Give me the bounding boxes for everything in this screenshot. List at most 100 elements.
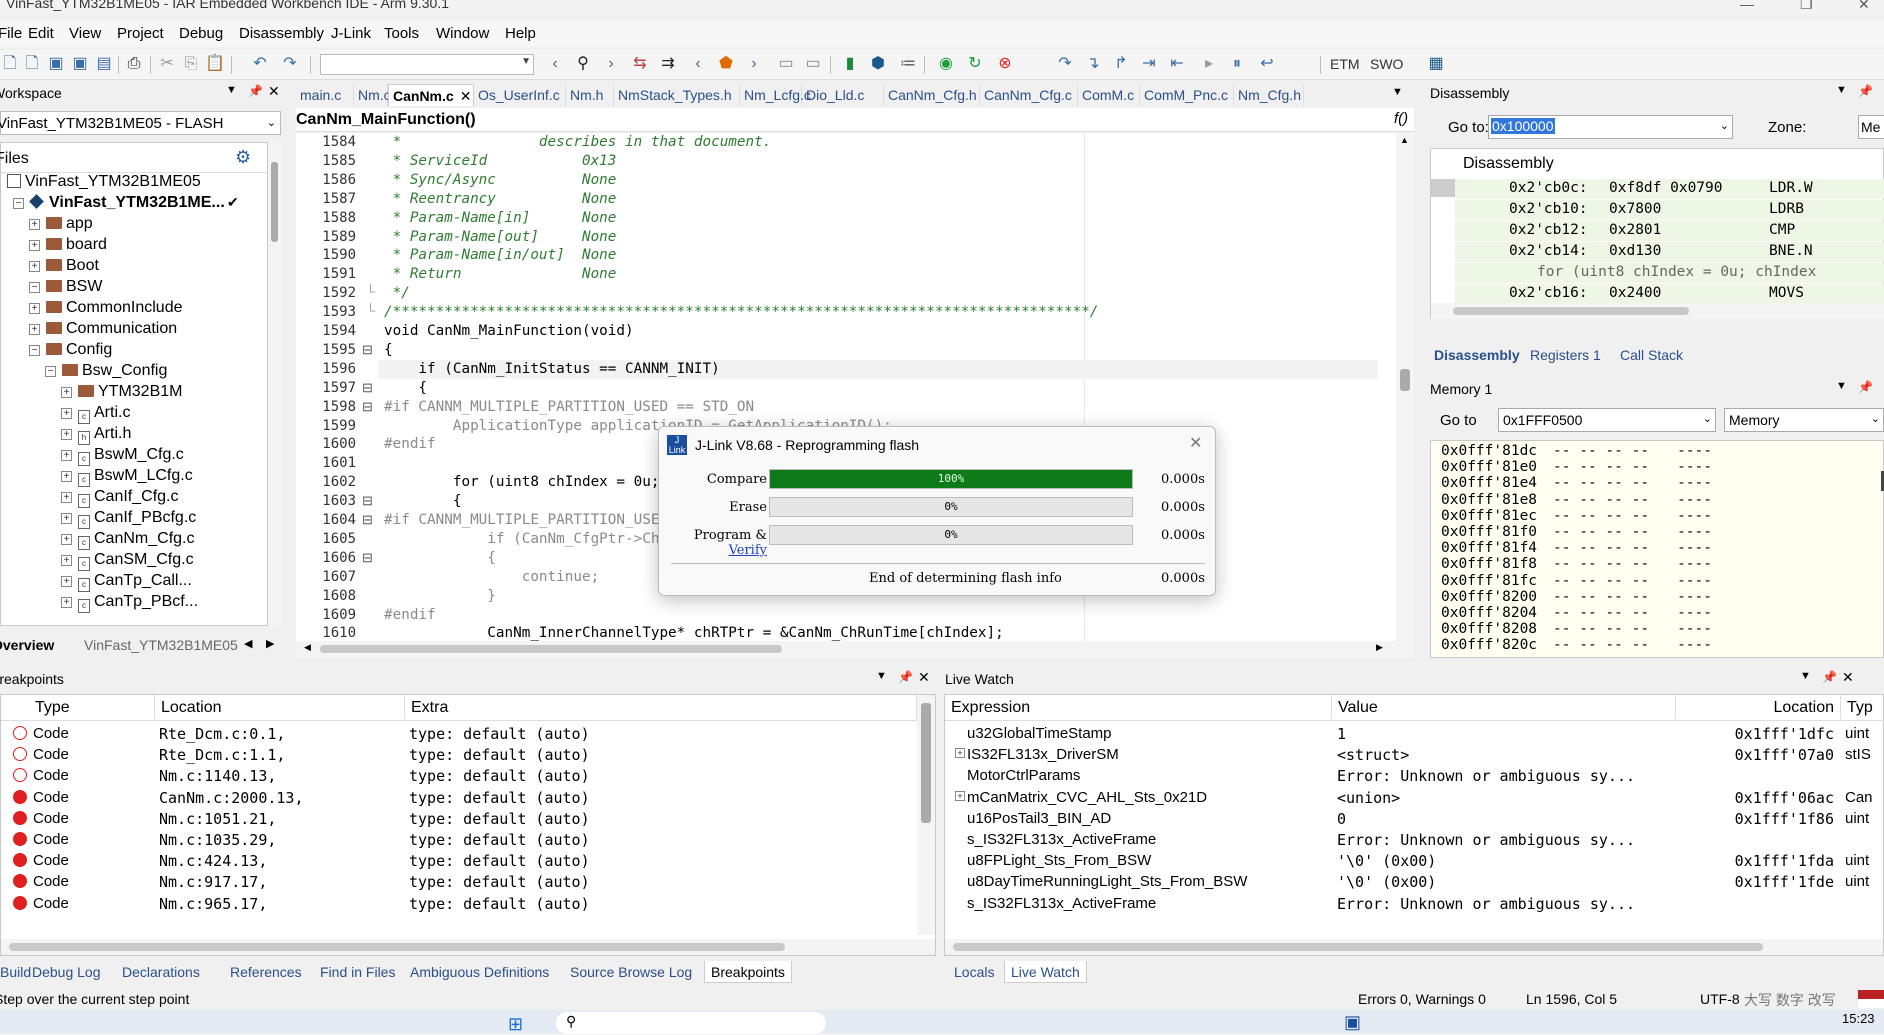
dropdown-icon[interactable]: ▼ bbox=[1800, 670, 1811, 682]
cut-icon[interactable]: ✂ bbox=[157, 54, 177, 74]
table-row[interactable]: Code Nm.c:424.13, type: default (auto) bbox=[1, 850, 915, 871]
save-all-icon[interactable]: ▣ bbox=[70, 54, 90, 74]
col-expression[interactable]: Expression bbox=[945, 695, 1332, 719]
fold-icon[interactable]: ⊟ bbox=[362, 493, 373, 509]
minimize-icon[interactable]: — bbox=[1740, 0, 1754, 12]
disassembly-line[interactable]: 0x2'cb12: 0x2801 CMP bbox=[1455, 221, 1884, 241]
step-back-icon[interactable]: ↩ bbox=[1257, 54, 1277, 74]
tree-item[interactable]: + h Arti.h bbox=[61, 425, 131, 446]
table-row[interactable]: + mCanMatrix_CVC_AHL_Sts_0x21D <union> 0x1f… bbox=[945, 787, 1883, 808]
disassembly-view[interactable]: Disassembly 0x2'cb0c: 0xf8df 0x0790 LDR.W 0… bbox=[1430, 148, 1884, 319]
tab-live-watch[interactable]: Live Watch bbox=[1004, 961, 1087, 983]
dropdown-icon[interactable]: ▼ bbox=[226, 84, 237, 96]
editor-tab[interactable]: NmStack_Types.h bbox=[614, 84, 740, 106]
tree-item[interactable]: + c CanIf_Cfg.c bbox=[61, 488, 178, 509]
new-file-icon[interactable]: 🗋 bbox=[0, 54, 20, 74]
expand-icon[interactable]: + bbox=[61, 555, 72, 566]
editor-vscrollbar[interactable]: ▲ bbox=[1396, 133, 1414, 641]
output-tab[interactable]: Debug Log bbox=[26, 961, 107, 983]
memory-row[interactable]: 0x0fff'8204 -- -- -- -- ---- bbox=[1441, 605, 1712, 621]
dropdown-icon[interactable]: ▼ bbox=[876, 670, 887, 682]
scroll-left-icon[interactable]: ◀ bbox=[304, 642, 311, 653]
debug-icon[interactable]: ⬢ bbox=[868, 54, 888, 74]
breakpoint-disabled-icon[interactable] bbox=[13, 768, 27, 783]
table-row[interactable]: s_IS32FL313x_ActiveFrame Error: Unknown o… bbox=[945, 829, 1883, 850]
breakpoint-enabled-icon[interactable] bbox=[13, 895, 27, 910]
editor-tab[interactable]: Nm.c bbox=[354, 84, 391, 106]
memory-row[interactable]: 0x0fff'81f8 -- -- -- -- ---- bbox=[1441, 556, 1712, 572]
break-icon[interactable]: ⏸ bbox=[1227, 54, 1247, 74]
col-type[interactable]: Type bbox=[29, 695, 155, 719]
step-into-icon[interactable]: ↴ bbox=[1083, 54, 1103, 74]
memory-row[interactable]: 0x0fff'81ec -- -- -- -- ---- bbox=[1441, 508, 1712, 524]
memory-type-select[interactable]: Memory ⌄ bbox=[1724, 408, 1884, 432]
editor-tab[interactable]: CanNm.c ✕ bbox=[388, 84, 474, 106]
tree-item[interactable]: + Communication bbox=[29, 320, 177, 341]
forward-icon[interactable]: › bbox=[744, 54, 764, 74]
maximize-icon[interactable]: ❐ bbox=[1800, 0, 1813, 13]
breakpoint-enabled-icon[interactable] bbox=[13, 810, 27, 825]
tab-overview[interactable]: Overview bbox=[0, 637, 54, 653]
tree-item[interactable]: + c CanSM_Cfg.c bbox=[61, 551, 194, 572]
memory-row[interactable]: 0x0fff'81e4 -- -- -- -- ---- bbox=[1441, 475, 1712, 491]
tree-item[interactable]: + c CanIf_PBcfg.c bbox=[61, 509, 196, 530]
expand-icon[interactable]: + bbox=[61, 387, 72, 398]
table-row[interactable]: Code Nm.c:965.17, type: default (auto) bbox=[1, 893, 915, 914]
table-row[interactable]: Code Rte_Dcm.c:0.1, type: default (auto) bbox=[1, 723, 915, 744]
step-over-icon[interactable]: ↷ bbox=[1055, 54, 1075, 74]
tree-item[interactable]: + YTM32B1M bbox=[61, 383, 182, 404]
plugin-icon[interactable]: ▦ bbox=[1426, 54, 1446, 74]
save-icon[interactable]: ▣ bbox=[46, 54, 66, 74]
memory-row[interactable]: 0x0fff'81f4 -- -- -- -- ---- bbox=[1441, 540, 1712, 556]
col-location[interactable]: Location bbox=[155, 695, 405, 719]
verify-link[interactable]: Verify bbox=[729, 543, 767, 558]
breakpoint-enabled-icon[interactable] bbox=[13, 832, 27, 846]
paste-icon[interactable]: 📋 bbox=[205, 54, 225, 74]
stop-debug-icon[interactable]: ⊗ bbox=[995, 54, 1015, 74]
col-value[interactable]: Value bbox=[1332, 695, 1676, 719]
memory-row[interactable]: 0x0fff'81e0 -- -- -- -- ---- bbox=[1441, 459, 1712, 475]
reset-icon[interactable]: ↻ bbox=[965, 54, 985, 74]
workspace-config-select[interactable]: VinFast_YTM32B1ME05 - FLASH ⌄ bbox=[0, 111, 281, 135]
tree-item[interactable]: + board bbox=[29, 236, 107, 257]
expand-icon[interactable]: + bbox=[61, 450, 72, 461]
table-row[interactable]: u32GlobalTimeStamp 1 0x1fff'1dfc uint bbox=[945, 723, 1883, 744]
table-row[interactable]: s_IS32FL313x_ActiveFrame Error: Unknown o… bbox=[945, 893, 1883, 914]
expand-icon[interactable]: + bbox=[61, 408, 72, 419]
open-file-icon[interactable]: 🗋 bbox=[22, 54, 42, 74]
disassembly-hscrollbar[interactable] bbox=[1431, 303, 1884, 319]
expand-icon[interactable]: + bbox=[29, 303, 40, 314]
close-pane-icon[interactable]: ✕ bbox=[268, 83, 280, 100]
breakpoints-vscrollbar[interactable] bbox=[917, 695, 935, 935]
tree-item[interactable]: + c BswM_LCfg.c bbox=[61, 467, 193, 488]
tree-item[interactable]: − BSW bbox=[29, 278, 102, 299]
output-tab[interactable]: Declarations bbox=[116, 961, 206, 983]
go-icon[interactable]: ◉ bbox=[936, 54, 956, 74]
expand-icon[interactable]: + bbox=[61, 471, 72, 482]
copy-icon[interactable]: ⎘ bbox=[181, 54, 201, 74]
expand-icon[interactable]: + bbox=[29, 240, 40, 251]
output-tab[interactable]: Ambiguous Definitions bbox=[404, 961, 555, 983]
dialog-close-icon[interactable]: ✕ bbox=[1189, 433, 1202, 453]
find-combo[interactable]: ▼ bbox=[320, 54, 534, 75]
tree-item[interactable]: + c CanTp_PBcf... bbox=[61, 593, 198, 614]
col-type[interactable]: Typ bbox=[1841, 695, 1884, 719]
table-row[interactable]: MotorCtrlParams Error: Unknown or ambiguo… bbox=[945, 765, 1883, 786]
scroll-left-icon[interactable]: ◀ bbox=[244, 637, 252, 650]
tree-item[interactable]: + c CanTp_Call... bbox=[61, 572, 192, 593]
pin-icon[interactable]: 📌 bbox=[898, 670, 913, 684]
iar-taskbar-icon[interactable]: ▣ bbox=[1344, 1012, 1361, 1033]
etm-button[interactable]: ETM bbox=[1330, 56, 1360, 72]
goto-address-input[interactable]: 0x100000 ⌄ bbox=[1488, 115, 1733, 139]
expand-icon[interactable]: + bbox=[29, 261, 40, 272]
swo-button[interactable]: SWO bbox=[1370, 56, 1403, 72]
expand-icon[interactable]: − bbox=[29, 282, 40, 293]
close-pane-icon[interactable]: ✕ bbox=[1842, 669, 1854, 686]
editor-tab[interactable]: CanNm_Cfg.h bbox=[884, 84, 980, 106]
tree-item[interactable]: VinFast_YTM32B1ME05 bbox=[7, 173, 201, 194]
find-icon[interactable]: ⚲ bbox=[573, 54, 593, 74]
close-tab-icon[interactable]: ✕ bbox=[460, 88, 472, 104]
tree-item[interactable]: + c CanNm_Cfg.c bbox=[61, 530, 194, 551]
output-tab[interactable]: References bbox=[224, 961, 308, 983]
next-statement-icon[interactable]: ⇥ bbox=[1139, 54, 1159, 74]
